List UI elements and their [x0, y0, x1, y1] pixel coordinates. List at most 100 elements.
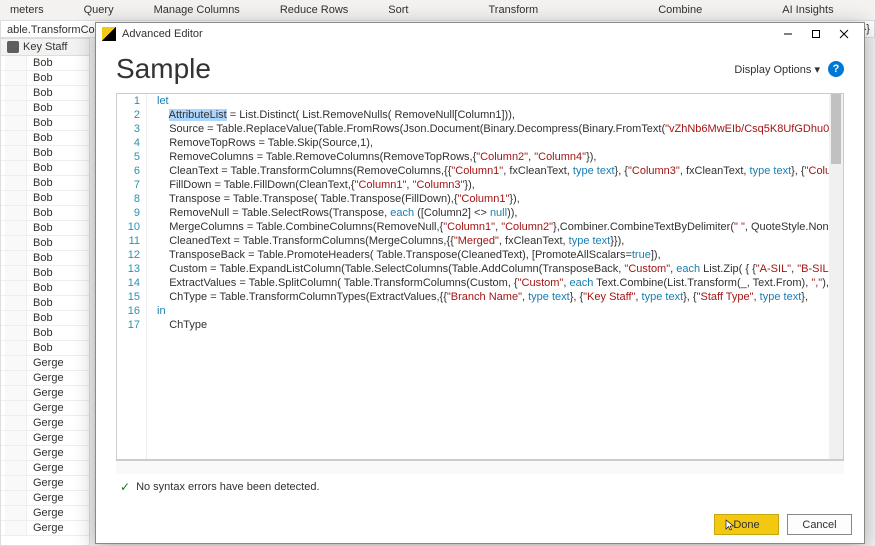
table-row[interactable]: Bob: [1, 161, 89, 176]
table-row[interactable]: Gerge: [1, 491, 89, 506]
table-row[interactable]: Bob: [1, 116, 89, 131]
cell-value: Gerge: [27, 401, 64, 415]
row-number: [5, 356, 27, 370]
row-number: [5, 341, 27, 355]
cell-value: Gerge: [27, 491, 64, 505]
help-icon[interactable]: ?: [828, 61, 844, 77]
table-row[interactable]: Bob: [1, 191, 89, 206]
editor-scrollbar[interactable]: [829, 94, 843, 459]
dialog-buttons: Done Cancel: [96, 508, 864, 543]
cell-value: Gerge: [27, 461, 64, 475]
app-icon: [102, 27, 116, 41]
table-row[interactable]: Bob: [1, 176, 89, 191]
cell-value: Bob: [27, 176, 53, 190]
data-grid: Key Staff BobBobBobBobBobBobBobBobBobBob…: [0, 38, 90, 546]
table-row[interactable]: Bob: [1, 311, 89, 326]
titlebar: Advanced Editor: [96, 23, 864, 45]
table-row[interactable]: Bob: [1, 131, 89, 146]
code-editor[interactable]: 1234567891011121314151617 let AttributeL…: [116, 93, 844, 460]
row-number: [5, 431, 27, 445]
row-number: [5, 476, 27, 490]
dialog-body: Sample Display Options ▾ ? 1234567891011…: [96, 45, 864, 508]
table-row[interactable]: Gerge: [1, 386, 89, 401]
table-row[interactable]: Gerge: [1, 506, 89, 521]
cell-value: Bob: [27, 341, 53, 355]
ribbon-tab[interactable]: AI Insights: [762, 4, 853, 16]
table-row[interactable]: Bob: [1, 56, 89, 71]
done-button[interactable]: Done: [714, 514, 779, 535]
cell-value: Bob: [27, 206, 53, 220]
cell-value: Bob: [27, 311, 53, 325]
syntax-status: ✓ No syntax errors have been detected.: [116, 474, 844, 500]
table-row[interactable]: Bob: [1, 281, 89, 296]
table-row[interactable]: Gerge: [1, 446, 89, 461]
table-row[interactable]: Gerge: [1, 431, 89, 446]
table-row[interactable]: Bob: [1, 236, 89, 251]
row-number: [5, 161, 27, 175]
row-number: [5, 506, 27, 520]
cell-value: Bob: [27, 86, 53, 100]
table-row[interactable]: Gerge: [1, 356, 89, 371]
scrollbar-thumb[interactable]: [831, 94, 841, 164]
table-row[interactable]: Bob: [1, 146, 89, 161]
table-row[interactable]: Bob: [1, 101, 89, 116]
row-number: [5, 101, 27, 115]
row-number: [5, 221, 27, 235]
table-row[interactable]: Gerge: [1, 476, 89, 491]
table-row[interactable]: Bob: [1, 341, 89, 356]
row-number: [5, 206, 27, 220]
cell-value: Bob: [27, 161, 53, 175]
cell-value: Bob: [27, 281, 53, 295]
ribbon-tab[interactable]: meters: [10, 4, 64, 16]
cursor-icon: [725, 519, 737, 531]
ribbon: meters Query Manage Columns Reduce Rows …: [0, 0, 875, 20]
table-row[interactable]: Gerge: [1, 371, 89, 386]
row-number: [5, 146, 27, 160]
maximize-button[interactable]: [802, 24, 830, 44]
display-options-dropdown[interactable]: Display Options ▾: [734, 63, 820, 76]
cell-value: Gerge: [27, 431, 64, 445]
table-row[interactable]: Gerge: [1, 521, 89, 536]
cell-value: Gerge: [27, 386, 64, 400]
table-row[interactable]: Bob: [1, 71, 89, 86]
table-row[interactable]: Gerge: [1, 401, 89, 416]
row-number: [5, 491, 27, 505]
row-number: [5, 116, 27, 130]
code-area[interactable]: let AttributeList = List.Distinct( List.…: [147, 94, 843, 459]
table-row[interactable]: Bob: [1, 266, 89, 281]
cell-value: Gerge: [27, 476, 64, 490]
row-number: [5, 326, 27, 340]
cancel-button[interactable]: Cancel: [787, 514, 852, 535]
row-number: [5, 446, 27, 460]
table-row[interactable]: Bob: [1, 86, 89, 101]
table-row[interactable]: Bob: [1, 206, 89, 221]
table-row[interactable]: Gerge: [1, 416, 89, 431]
cell-value: Bob: [27, 296, 53, 310]
table-row[interactable]: Bob: [1, 296, 89, 311]
row-number: [5, 56, 27, 70]
table-row[interactable]: Bob: [1, 221, 89, 236]
table-row[interactable]: Bob: [1, 326, 89, 341]
ribbon-tab[interactable]: Query: [64, 4, 134, 16]
close-button[interactable]: [830, 24, 858, 44]
ribbon-tab[interactable]: Combine: [638, 4, 722, 16]
query-name-heading: Sample: [116, 53, 211, 85]
cell-value: Bob: [27, 251, 53, 265]
ribbon-tab[interactable]: Sort: [368, 4, 428, 16]
ribbon-tab[interactable]: Transform: [468, 4, 558, 16]
grid-header[interactable]: Key Staff: [1, 39, 89, 56]
cell-value: Bob: [27, 71, 53, 85]
cell-value: Bob: [27, 326, 53, 340]
cell-value: Gerge: [27, 506, 64, 520]
minimize-button[interactable]: [774, 24, 802, 44]
table-row[interactable]: Bob: [1, 251, 89, 266]
status-text: No syntax errors have been detected.: [136, 481, 319, 493]
row-number: [5, 311, 27, 325]
ribbon-tab[interactable]: Manage Columns: [134, 4, 260, 16]
ribbon-tab[interactable]: Reduce Rows: [260, 4, 368, 16]
row-number: [5, 71, 27, 85]
cell-value: Bob: [27, 131, 53, 145]
table-row[interactable]: Gerge: [1, 461, 89, 476]
row-number: [5, 191, 27, 205]
row-number: [5, 176, 27, 190]
